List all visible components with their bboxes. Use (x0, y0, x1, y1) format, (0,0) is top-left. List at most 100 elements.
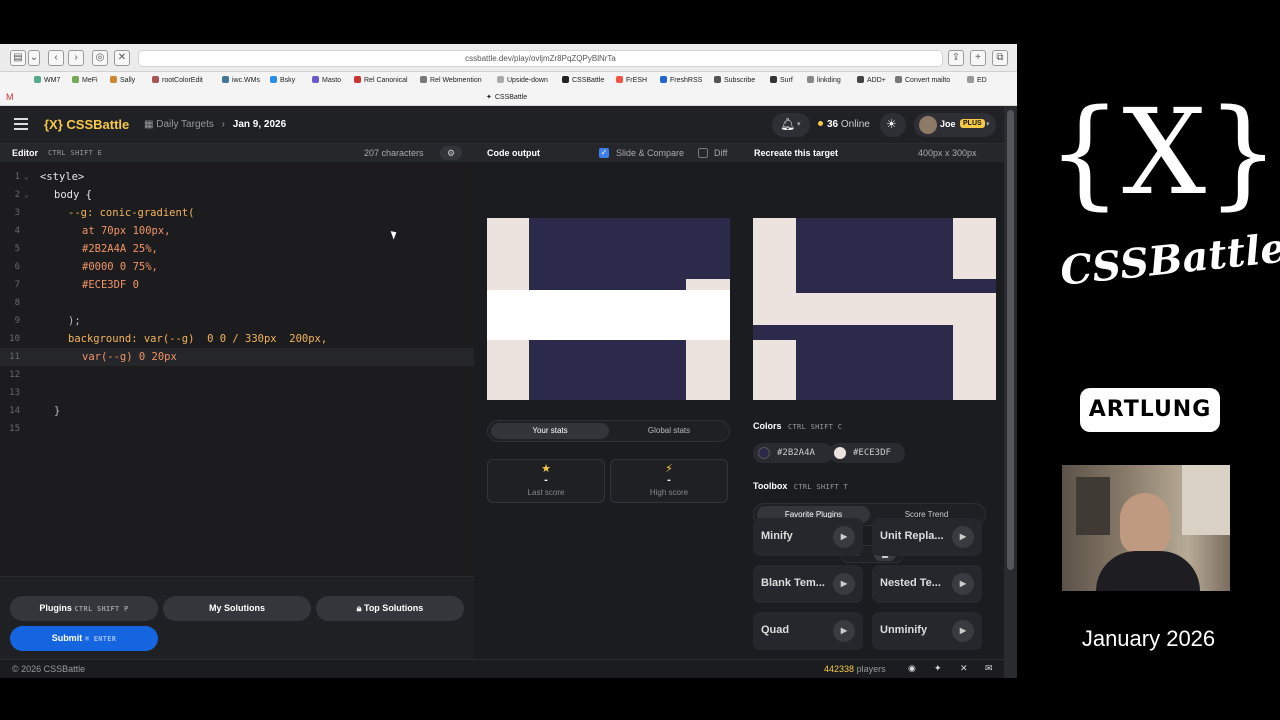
my-solutions-button[interactable]: My Solutions (163, 596, 311, 621)
bookmark-item[interactable]: Upside-down (497, 76, 548, 84)
code-line[interactable]: 13 (0, 384, 474, 402)
plugin-card[interactable]: Minify ▶ (753, 518, 863, 556)
discord-icon[interactable]: ◉ (908, 663, 916, 674)
top-solutions-button[interactable]: 🔒︎ Top Solutions (316, 596, 464, 621)
play-icon[interactable]: ▶ (952, 573, 974, 595)
bluesky-icon[interactable]: ✦ (934, 663, 942, 674)
breadcrumb-section[interactable]: Daily Targets (156, 119, 214, 130)
share-icon[interactable]: ⇪ (948, 50, 964, 66)
play-icon[interactable]: ▶ (952, 620, 974, 642)
bookmark-item[interactable]: Rel Canonical (354, 76, 408, 84)
code-line[interactable]: 15 (0, 420, 474, 438)
plugin-card[interactable]: Unit Repla... ▶ (872, 518, 982, 556)
bookmark-item[interactable]: Subscribe (714, 76, 755, 84)
theme-toggle-button[interactable]: ☀ (880, 113, 906, 137)
fold-chevron-icon[interactable]: ⌄ (24, 168, 29, 186)
code-line[interactable]: 11 var(--g) 0 20px (0, 348, 474, 366)
bookmark-item[interactable]: ADD+ (857, 76, 886, 84)
diff-checkbox[interactable] (698, 148, 708, 158)
bookmark-item[interactable]: FreshRSS (660, 76, 702, 84)
line-number: 2 (14, 190, 20, 200)
page-scrollbar[interactable] (1004, 106, 1017, 678)
tabs-overview-icon[interactable]: ⧉ (992, 50, 1008, 66)
address-bar[interactable]: cssbattle.dev/play/ovljmZr8PqZQPyBlNrTa (138, 50, 943, 67)
fold-chevron-icon[interactable]: ⌄ (24, 186, 29, 204)
code-line[interactable]: 2 ⌄ body { (0, 186, 474, 204)
swatch-dark[interactable]: #2B2A4A (753, 443, 833, 463)
bookmark-item[interactable]: MeFi (72, 76, 98, 84)
last-score-value: - (544, 474, 548, 486)
code-line[interactable]: 14} (0, 402, 474, 420)
slide-compare-label: Slide & Compare (616, 148, 685, 158)
stats-tabs: Your stats Global stats (487, 420, 730, 442)
new-tab-icon[interactable]: + (970, 50, 986, 66)
tab-your-stats[interactable]: Your stats (491, 423, 609, 439)
play-icon[interactable]: ▶ (833, 573, 855, 595)
bookmark-item[interactable]: Sally (110, 76, 135, 84)
bookmark-label: ED (977, 77, 987, 84)
sidebar-toggle-icon[interactable]: ▤ (10, 50, 26, 66)
bookmark-item[interactable]: Bsky (270, 76, 295, 84)
bookmark-item[interactable]: rootColorEdit (152, 76, 203, 84)
bookmark-item[interactable]: Masto (312, 76, 341, 84)
target-preview[interactable] (753, 218, 996, 400)
bookmark-item[interactable]: ED (967, 76, 987, 84)
scrollbar-thumb[interactable] (1007, 110, 1014, 570)
code-line[interactable]: 5 #2B2A4A 25%, (0, 240, 474, 258)
code-line[interactable]: 6 #0000 0 75%, (0, 258, 474, 276)
line-number: 11 (9, 352, 20, 362)
user-name: Joe (940, 119, 956, 129)
line-number: 7 (14, 280, 20, 290)
extension-icon[interactable]: ✕ (114, 50, 130, 66)
code-line[interactable]: 7 #ECE3DF 0 (0, 276, 474, 294)
menu-icon[interactable] (14, 118, 28, 130)
app-logo[interactable]: {X} CSSBattle (44, 117, 129, 132)
code-line[interactable]: 10 background: var(--g) 0 0 / 330px 200px… (0, 330, 474, 348)
bookmark-item[interactable]: Rel Webmention (420, 76, 482, 84)
chevron-down-icon[interactable]: ⌄ (28, 50, 40, 66)
bookmark-item[interactable]: WM7 (34, 76, 60, 84)
forward-icon[interactable]: › (68, 50, 84, 66)
bookmark-item[interactable]: Surf (770, 76, 793, 84)
gmail-icon[interactable]: M (6, 92, 14, 102)
back-icon[interactable]: ‹ (48, 50, 64, 66)
notifications-button[interactable]: 🔔︎ ▾ (772, 113, 810, 137)
tab-global-stats[interactable]: Global stats (610, 423, 728, 439)
bookmark-item[interactable]: linkding (807, 76, 841, 84)
target-shape-top (796, 218, 953, 293)
code-line[interactable]: 3 --g: conic-gradient( (0, 204, 474, 222)
code-line[interactable]: 9); (0, 312, 474, 330)
code-line[interactable]: 8 (0, 294, 474, 312)
play-icon[interactable]: ▶ (952, 526, 974, 548)
bookmark-item[interactable]: iwc.WMs (222, 76, 260, 84)
code-line[interactable]: 12 (0, 366, 474, 384)
bookmark-item[interactable]: FrESH (616, 76, 647, 84)
user-menu-button[interactable]: Joe PLUS ▾ (914, 113, 996, 137)
code-line[interactable]: 4 at 70px 100px, (0, 222, 474, 240)
editor-settings-button[interactable]: ⚙ (440, 146, 462, 160)
mail-icon[interactable]: ✉ (985, 663, 993, 674)
plugin-card[interactable]: Quad ▶ (753, 612, 863, 650)
submit-button[interactable]: Submit ⌘ ENTER (10, 626, 158, 651)
tab-cssbattle[interactable]: ✦ CSSBattle (486, 93, 527, 101)
swatch-light[interactable]: #ECE3DF (829, 443, 905, 463)
plugin-card[interactable]: Blank Tem... ▶ (753, 565, 863, 603)
plugins-button[interactable]: Plugins CTRL SHIFT P (10, 596, 158, 621)
plus-badge: PLUS (960, 119, 985, 128)
slide-compare-checkbox[interactable]: ✓ (599, 148, 609, 158)
code-editor[interactable]: 1 ⌄ <style> 2 ⌄ body {3 --g: conic-gradient(4 a… (0, 162, 474, 576)
plugin-card[interactable]: Nested Te... ▶ (872, 565, 982, 603)
play-icon[interactable]: ▶ (833, 620, 855, 642)
plugin-card[interactable]: Unminify ▶ (872, 612, 982, 650)
target-shape-bottom (796, 340, 953, 400)
x-icon[interactable]: ✕ (960, 663, 968, 674)
code-line[interactable]: 1 ⌄ <style> (0, 168, 474, 186)
code-text: #2B2A4A 25%, (82, 243, 158, 255)
bookmark-item[interactable]: Convert mailto (895, 76, 950, 84)
privacy-icon[interactable]: ◎ (92, 50, 108, 66)
play-icon[interactable]: ▶ (833, 526, 855, 548)
line-number: 4 (14, 226, 20, 236)
bookmark-item[interactable]: CSSBattle (562, 76, 604, 84)
bookmark-favicon-icon (110, 76, 117, 83)
code-output-preview[interactable] (487, 218, 730, 400)
